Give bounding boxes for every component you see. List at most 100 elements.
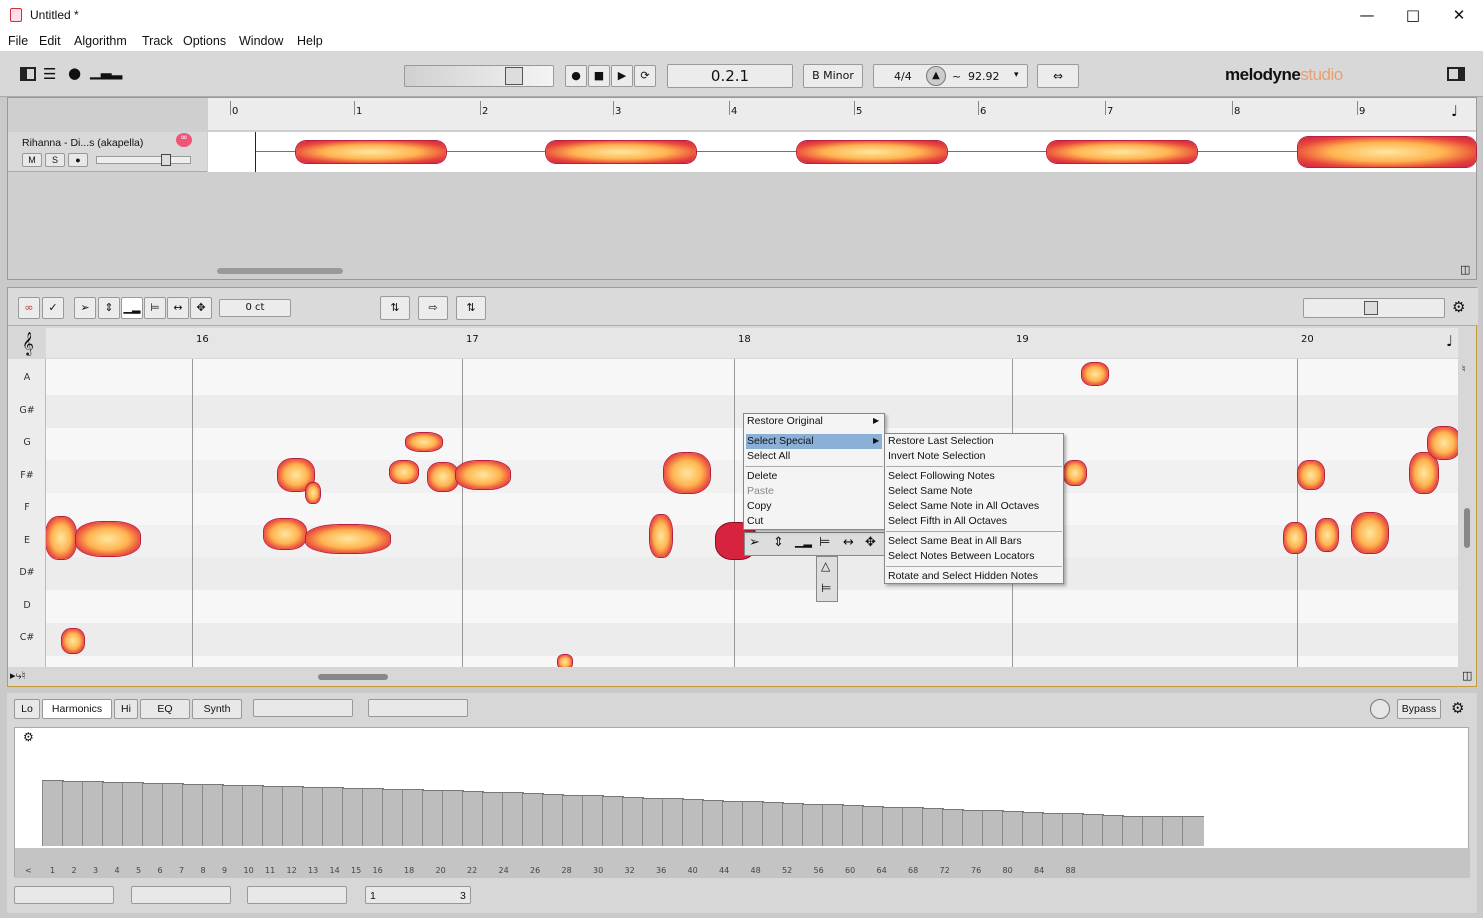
note-blob[interactable] [664, 453, 710, 493]
menu-window[interactable]: Window [239, 34, 283, 48]
note-blob[interactable] [1284, 523, 1306, 553]
harmonic-bar[interactable] [1022, 811, 1044, 846]
menu-track[interactable]: Track [142, 34, 173, 48]
spectrum-view-icon[interactable]: ▁▃▂ [90, 64, 122, 80]
harmonic-bar[interactable] [942, 808, 964, 846]
harmonic-bar[interactable] [282, 786, 304, 846]
harmonic-bar[interactable] [62, 780, 84, 846]
note-blob[interactable] [1352, 513, 1388, 553]
minimize-button[interactable]: — [1344, 0, 1390, 31]
harmonic-bar[interactable] [742, 801, 764, 846]
menu-item-delete[interactable]: Delete [746, 469, 882, 484]
tempo-dropdown-icon[interactable]: ▾ [1014, 70, 1019, 80]
harmonic-bar[interactable] [522, 793, 544, 846]
maximize-button[interactable]: □ [1390, 0, 1436, 31]
harmonic-bar[interactable] [302, 786, 324, 846]
pointer-tool-icon[interactable]: ➢ [749, 535, 760, 550]
menu-item-select-between-locators[interactable]: Select Notes Between Locators [887, 549, 1035, 564]
note-blob[interactable] [1410, 453, 1438, 493]
harmonics-shape-slider[interactable] [247, 886, 347, 904]
harmonic-bar[interactable] [1062, 813, 1084, 846]
harmonic-bar[interactable] [722, 800, 744, 846]
position-display[interactable]: 0.2.1 [667, 64, 793, 88]
harmonic-bar[interactable] [242, 785, 264, 846]
arrangement-ruler[interactable]: 0 1 2 3 4 5 6 7 8 9 ♩ [208, 98, 1476, 130]
harmonic-bar[interactable] [342, 787, 364, 846]
track-volume-slider[interactable] [96, 154, 191, 166]
tab-synth[interactable]: Synth [192, 699, 242, 719]
harmonic-bar[interactable] [702, 799, 724, 846]
clef-icon[interactable]: 𝄞 [22, 331, 34, 355]
amplitude-tool-icon[interactable]: ⊨ [819, 535, 830, 550]
tab-lo[interactable]: Lo [14, 699, 40, 719]
harmonics-display[interactable]: ⚙ <1 2 3 4 5 6 7 8 9 10 11 12 13 14 15 16 18 20 22 24 26 28 30… [14, 727, 1470, 878]
harmonic-bar[interactable] [622, 796, 644, 846]
menu-item-select-special[interactable]: Select Special [746, 434, 882, 449]
menu-item-paste[interactable]: Paste [746, 484, 882, 499]
scroll-slider[interactable] [404, 65, 554, 87]
menu-item-select-same-beat[interactable]: Select Same Beat in All Bars [887, 534, 1022, 549]
menu-item-select-same-note-all-octaves[interactable]: Select Same Note in All Octaves [887, 499, 1039, 514]
harmonic-bar[interactable] [262, 785, 284, 846]
amplitude-tool-button[interactable]: ⊨ [144, 297, 166, 319]
macro-wrench-button[interactable]: ✓ [42, 297, 64, 319]
harmonic-bar[interactable] [1102, 814, 1124, 846]
harmonic-bar[interactable] [382, 788, 404, 846]
blob-size-handle[interactable] [1364, 301, 1378, 315]
tab-hi[interactable]: Hi [114, 699, 138, 719]
track-name[interactable]: Rihanna - Di...s (akapella) [22, 137, 143, 149]
harmonic-bar[interactable] [762, 802, 784, 846]
horizontal-scrollbar[interactable] [318, 674, 388, 680]
harmonic-bar[interactable] [682, 799, 704, 846]
mute-button[interactable]: M [22, 153, 42, 167]
harmonic-bar[interactable] [362, 788, 384, 846]
menu-item-select-fifth-all-octaves[interactable]: Select Fifth in All Octaves [887, 514, 1007, 529]
meter-display[interactable]: 4/4 [894, 70, 912, 83]
harmonic-bar[interactable] [922, 808, 944, 846]
main-tool-button[interactable]: ➢ [74, 297, 96, 319]
pitch-tool-icon[interactable]: ⇕ [773, 535, 784, 550]
harmonic-bar[interactable] [802, 803, 824, 846]
note-blob[interactable] [1316, 519, 1338, 551]
menu-item-rotate-select-hidden[interactable]: Rotate and Select Hidden Notes [887, 569, 1038, 584]
harmonic-bar[interactable] [1162, 816, 1184, 846]
harmonic-bar[interactable] [562, 794, 584, 846]
sound-settings-gear-icon[interactable]: ⚙ [1451, 699, 1464, 717]
metronome-icon[interactable]: ▲ [926, 66, 946, 86]
quantize-time-button[interactable]: ⇨ [418, 296, 448, 320]
note-blob[interactable] [390, 461, 418, 483]
harmonic-bar[interactable] [502, 792, 524, 846]
note-blob[interactable] [306, 525, 390, 553]
menu-options[interactable]: Options [183, 34, 226, 48]
harmonic-bar[interactable] [642, 797, 664, 846]
waveform-segment[interactable] [797, 141, 947, 163]
harmonic-bar[interactable] [222, 784, 244, 846]
harmonic-bar[interactable] [162, 783, 184, 846]
harmonic-bar[interactable] [1122, 815, 1144, 846]
menu-algorithm[interactable]: Algorithm [74, 34, 127, 48]
solo-button[interactable]: S [45, 153, 65, 167]
record-button[interactable]: ● [565, 65, 587, 87]
note-blob[interactable] [650, 515, 672, 557]
formant-tool-icon[interactable]: ▁▂ [795, 535, 812, 548]
harmonic-bar[interactable] [442, 790, 464, 846]
menu-item-invert-note-selection[interactable]: Invert Note Selection [887, 449, 985, 464]
harmonic-bar[interactable] [662, 798, 684, 846]
record-arm-button[interactable]: ● [68, 153, 88, 167]
waveform-segment[interactable] [296, 141, 446, 163]
bypass-button[interactable]: Bypass [1397, 699, 1441, 719]
harmonics-ratio-slider[interactable]: 1 3 [365, 886, 471, 904]
track-waveform-lane[interactable] [208, 132, 1476, 172]
pitch-tool-button[interactable]: ⇕ [98, 297, 120, 319]
note-icon[interactable]: ♩ [1446, 332, 1453, 350]
tab-eq[interactable]: EQ [140, 699, 190, 719]
menu-item-select-all[interactable]: Select All [746, 449, 882, 464]
note-blob[interactable] [1428, 427, 1458, 459]
harmonic-bar[interactable] [1002, 811, 1024, 846]
scroll-slider-handle[interactable] [505, 67, 523, 85]
menu-item-restore-last-selection[interactable]: Restore Last Selection [887, 434, 994, 449]
tab-harmonics[interactable]: Harmonics [42, 699, 112, 719]
level-tool-icon[interactable]: ⊨ [821, 581, 831, 595]
note-blob[interactable] [428, 463, 458, 491]
menu-file[interactable]: File [8, 34, 28, 48]
